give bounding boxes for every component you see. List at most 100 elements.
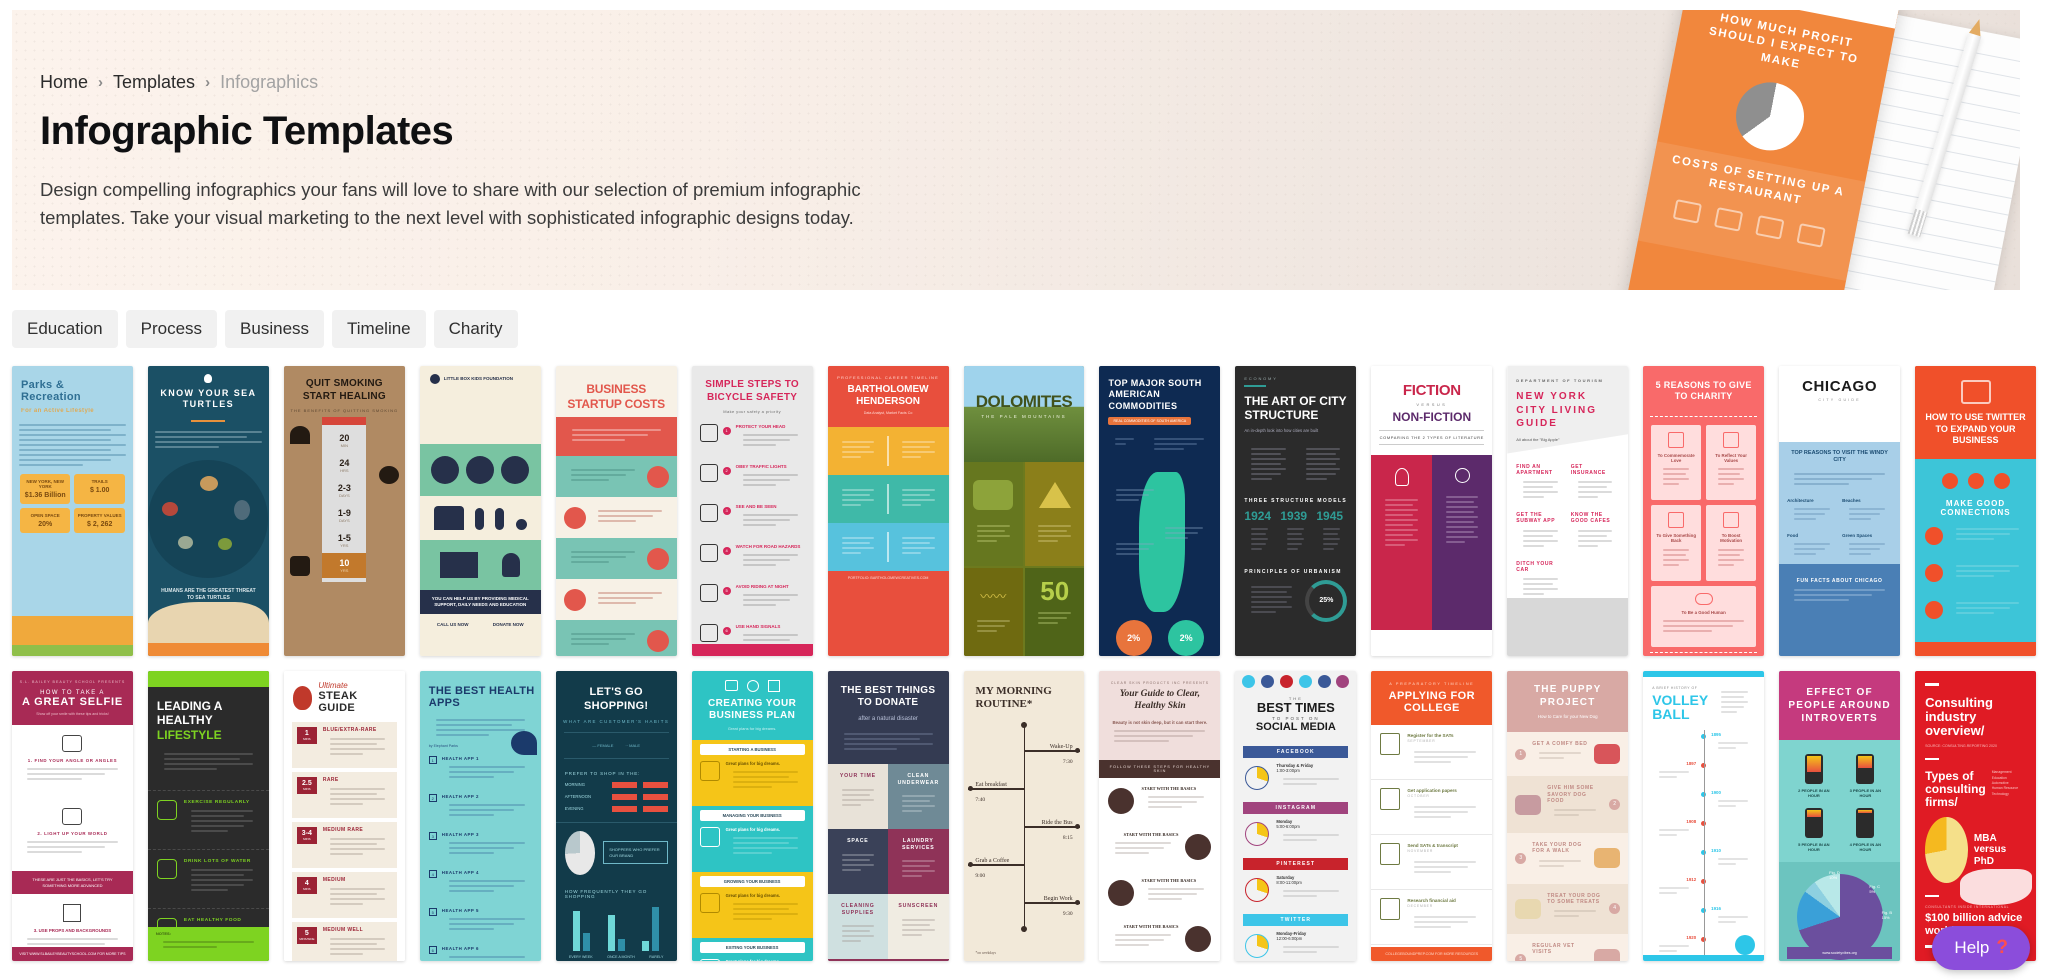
twitter-tip	[1923, 517, 2028, 554]
template-card[interactable]: DEPARTMENT OF TOURISM NEW YORK CITY LIVIN…	[1507, 366, 1629, 656]
volleyball-header: A BRIEF HISTORY OF VOLLEY BALL	[1643, 677, 1764, 730]
charity-reason-card: To Be a Good Human	[1651, 585, 1757, 647]
text-line	[190, 889, 229, 892]
text-line	[976, 630, 997, 632]
nurse-icon	[502, 553, 521, 577]
template-card[interactable]: S.L. BAILEY BEAUTY SCHOOL PRESENTS HOW TO…	[12, 671, 133, 961]
template-card[interactable]: LITTLE BOX KIDS FOUNDATION YOU CAN HELP U…	[419, 366, 541, 656]
thumb-text-lines	[1109, 538, 1161, 563]
battery-icon	[1804, 754, 1823, 784]
template-card[interactable]: ECONOMY THE ART OF CITY STRUCTURE An in-de…	[1235, 366, 1357, 656]
template-card[interactable]: PROFESSIONAL CAREER TIMELINE BARTHOLOMEW …	[827, 366, 949, 656]
turtle-icon	[162, 501, 179, 516]
text-line	[448, 880, 525, 883]
text-line	[902, 860, 935, 862]
template-card[interactable]: QUIT SMOKING START HEALING THE BENEFITS O…	[283, 366, 405, 656]
breadcrumb-item-home[interactable]: Home	[40, 72, 88, 93]
text-line	[902, 875, 922, 877]
template-thumbnail: EFFECT OF PEOPLE AROUND INTROVERTS 2 PEOP…	[1779, 671, 1901, 961]
thumb-subtitle: Show off your smile with these tips and …	[36, 712, 109, 716]
text-line	[1718, 805, 1737, 807]
template-card[interactable]: DOLOMITES THE PALE MOUNTAINS 〰〰 50	[963, 366, 1085, 656]
template-card[interactable]: THE BEST HEALTH APPS by Elephant Parks 1 HE…	[419, 671, 541, 961]
template-card[interactable]: CLEAR SKIN PRODUCTS INC PRESENTS Your Gui…	[1099, 671, 1221, 961]
template-card[interactable]: TOP MAJOR SOUTH AMERICAN COMMODITIES REAL…	[1099, 366, 1221, 656]
stat-value: 20%	[38, 521, 53, 529]
template-card[interactable]: Parks & Recreation For an Active Lifestyl…	[12, 366, 133, 656]
charity-footer: For a list of charities, visit our site!	[1643, 653, 1764, 656]
donate-cell: CLEAN UNDERWEAR	[888, 764, 949, 829]
social-network-block: FACEBOOK Thursday & Friday 1:00-3:00pm	[1235, 743, 1356, 799]
city-section-title: THREE STRUCTURE MODELS	[1244, 497, 1348, 504]
topic-title: DITCH YOUR CAR	[1516, 560, 1554, 573]
template-card[interactable]: CREATING YOUR BUSINESS PLAN Great plans f…	[691, 671, 813, 961]
thumb-text-lines	[591, 587, 669, 612]
puppy-step-number: 1	[1515, 748, 1527, 760]
text-line	[1721, 701, 1749, 703]
text-line	[902, 800, 930, 802]
template-card[interactable]: FICTION VERSUS NON-FICTION COMPARING THE 2 …	[1371, 366, 1493, 656]
topic-title: KNOW THE GOOD CAFES	[1570, 512, 1611, 525]
template-card[interactable]: THE BEST TIMES TO POST ON SOCIAL MEDIA FACEB…	[1235, 671, 1357, 961]
thumb-text-lines	[736, 589, 805, 614]
template-card[interactable]: LEADING A HEALTHY LIFESTYLE EXERCISE REGU…	[147, 671, 269, 961]
thumb-text-lines	[323, 783, 392, 813]
tab-charity[interactable]: Charity	[433, 310, 518, 348]
text-line	[1385, 519, 1418, 521]
tab-timeline[interactable]: Timeline	[332, 310, 426, 348]
chicago-section: FUN FACTS ABOUT CHICAGO	[1796, 578, 1883, 584]
text-line	[1115, 437, 1134, 440]
bizplan-section: GROWING YOUR BUSINESS Great plans for big…	[691, 872, 813, 938]
habit-icon	[156, 800, 177, 821]
template-card[interactable]: 5 REASONS TO GIVE TO CHARITY To Commemora…	[1643, 366, 1765, 656]
person-icon	[495, 508, 505, 530]
template-card[interactable]: Ultimate STEAK GUIDE 1 MINS BLUE/EXTRA-RARE 2…	[283, 671, 405, 961]
text-line	[27, 778, 82, 780]
text-line	[1283, 782, 1317, 785]
bar-male	[643, 793, 668, 800]
step-number: 1	[722, 427, 731, 435]
tab-process[interactable]: Process	[125, 310, 218, 348]
text-line	[163, 768, 218, 771]
thumb-title: QUIT SMOKING START HEALING	[302, 378, 386, 402]
tab-education[interactable]: Education	[12, 310, 118, 348]
skin-step: START WITH THE BASICS	[1099, 824, 1220, 870]
template-card[interactable]: MY MORNING ROUTINE* Wake-Up 7:30 Eat breakf…	[963, 671, 1085, 961]
tab-business[interactable]: Business	[225, 310, 325, 348]
template-card[interactable]: A PREPARATORY TIMELINE APPLYING FOR COLLE…	[1371, 671, 1493, 961]
text-line	[448, 923, 515, 926]
template-card[interactable]: A BRIEF HISTORY OF VOLLEY BALL 1895 1897 1900…	[1643, 671, 1765, 961]
thumb-text-lines	[1439, 491, 1485, 551]
template-card[interactable]: HOW TO USE TWITTER TO EXPAND YOUR BUSINE…	[1915, 366, 2036, 656]
help-button[interactable]: Help ?	[1932, 926, 2030, 970]
text-line	[1283, 950, 1317, 953]
template-thumbnail: DOLOMITES THE PALE MOUNTAINS 〰〰 50	[963, 366, 1085, 656]
app-number: 6	[428, 946, 437, 955]
thumb-text-lines	[1108, 837, 1178, 862]
template-card[interactable]: THE BEST THINGS TO DONATE after a natural…	[827, 671, 949, 961]
text-line	[1663, 468, 1690, 471]
fact-cell: 50	[1024, 568, 1085, 656]
template-card[interactable]: EFFECT OF PEOPLE AROUND INTROVERTS 2 PEOP…	[1779, 671, 1901, 961]
text-line	[841, 552, 862, 554]
steak-badge: 5 MINS/SIDE	[296, 927, 317, 944]
step-month: NOVEMBER	[1407, 849, 1434, 853]
text-line	[1663, 553, 1686, 556]
thumb-title: DOLOMITES	[975, 392, 1073, 411]
template-card[interactable]: CHICAGO CITY GUIDE TOP REASONS TO VISIT TH…	[1779, 366, 1901, 656]
template-card[interactable]: KNOW YOUR SEA TURTLES HUMANS ARE THE GREA…	[147, 366, 269, 656]
text-line	[732, 781, 798, 783]
text-line	[163, 758, 241, 761]
template-card[interactable]: LET'S GO SHOPPING! WHAT ARE CUSTOMER'S HA…	[555, 671, 677, 961]
thumb-title: HOW TO USE TWITTER TO EXPAND YOUR BUSINE…	[1925, 412, 2026, 446]
stat-label: OPEN SPACE	[30, 513, 60, 519]
template-card[interactable]: Consulting industry overview/SOURCE: CON…	[1915, 671, 2036, 961]
template-card[interactable]: SIMPLE STEPS TO BICYCLE SAFETY Make your …	[691, 366, 813, 656]
battery-stat: 3 PEOPLE IN AN HOUR	[1845, 754, 1886, 798]
breadcrumb-item-templates[interactable]: Templates	[113, 72, 195, 93]
thumb-text-lines	[835, 436, 882, 466]
text-line	[1116, 552, 1140, 555]
text-line	[448, 804, 525, 807]
template-card[interactable]: THE PUPPY PROJECT How to Care for your Ne…	[1507, 671, 1629, 961]
template-card[interactable]: BUSINESS STARTUP COSTSSTARTUPBUDDY.COM	[555, 366, 677, 656]
